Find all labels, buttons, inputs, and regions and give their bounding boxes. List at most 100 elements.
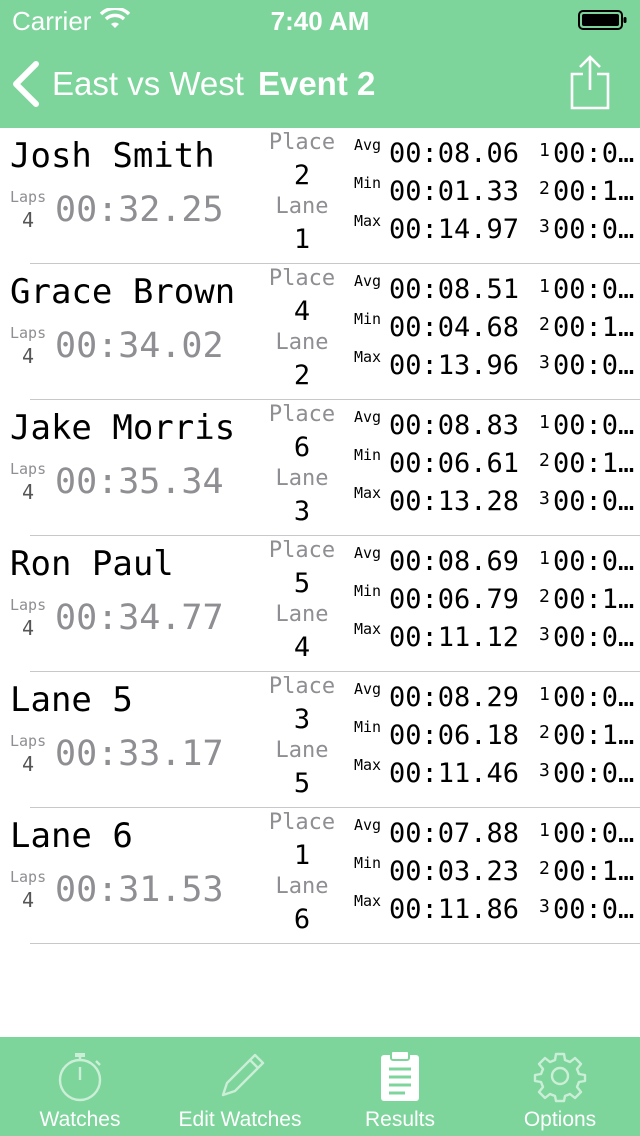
max-label: Max [354,484,382,502]
total-time: 00:35.34 [55,462,224,502]
tab-edit-watches[interactable]: Edit Watches [160,1037,320,1136]
min-time: 00:06.18 [389,720,520,751]
place-label: Place [268,266,336,291]
result-row[interactable]: Grace Brown Laps 4 00:34.02 Place 4 Lane… [0,264,640,400]
place-value: 6 [293,432,311,463]
swimmer-name: Jake Morris [10,408,236,448]
lap3-time: 00:0… [553,758,635,789]
laps-count: 4 [22,480,35,504]
lap2-number: 2 [539,722,550,743]
lane-label: Lane [275,602,329,627]
swimmer-name: Josh Smith [10,136,215,176]
tab-results-label: Results [364,1108,436,1131]
avg-time: 00:08.29 [389,682,520,713]
lap1-time: 00:0… [553,546,635,577]
max-label: Max [354,348,382,366]
lap1-number: 1 [539,820,550,841]
laps-count: 4 [22,208,35,232]
max-label: Max [354,892,382,910]
lap3-number: 3 [539,488,550,509]
lap3-time: 00:0… [553,486,635,517]
chevron-left-icon [13,61,39,107]
place-label: Place [268,810,336,835]
stopwatch-icon [58,1053,102,1102]
laps-label: Laps [10,732,47,750]
status-time: 7:40 AM [270,6,370,36]
lane-label: Lane [275,194,329,219]
clipboard-icon [381,1050,419,1101]
min-time: 00:06.79 [389,584,520,615]
place-value: 2 [293,160,311,191]
back-button[interactable]: East vs West Event 2 [10,60,375,108]
result-row[interactable]: Lane 5 Laps 4 00:33.17 Place 3 Lane 5 Av… [0,672,640,808]
lap1-time: 00:0… [553,818,635,849]
min-label: Min [354,854,382,872]
pencil-icon [221,1053,265,1097]
lap1-time: 00:0… [553,410,635,441]
result-row[interactable]: Jake Morris Laps 4 00:35.34 Place 6 Lane… [0,400,640,536]
tab-watches[interactable]: Watches [0,1037,160,1136]
nav-title: East vs West [52,65,244,102]
lap2-time: 00:1… [553,312,635,343]
result-row[interactable]: Lane 6 Laps 4 00:31.53 Place 1 Lane 6 Av… [0,808,640,944]
lane-value: 1 [293,224,311,255]
swimmer-name: Ron Paul [10,544,174,584]
nav-event: Event 2 [257,65,376,102]
laps-count: 4 [22,344,35,368]
lap2-number: 2 [539,586,550,607]
max-time: 00:11.12 [389,622,520,653]
max-label: Max [354,756,382,774]
lap3-time: 00:0… [553,622,635,653]
lap1-time: 00:0… [553,682,635,713]
tab-options[interactable]: Options [480,1037,640,1136]
lap3-time: 00:0… [553,214,635,245]
min-time: 00:06.61 [389,448,520,479]
lap2-time: 00:1… [553,584,635,615]
avg-label: Avg [354,136,382,154]
lane-value: 3 [293,496,311,527]
lap1-time: 00:0… [553,138,635,169]
min-label: Min [354,174,382,192]
avg-time: 00:08.69 [389,546,520,577]
tab-edit-watches-label: Edit Watches [178,1108,302,1131]
max-time: 00:11.46 [389,758,520,789]
result-row[interactable]: Josh Smith Laps 4 00:32.25 Place 2 Lane … [0,128,640,264]
lap1-number: 1 [539,276,550,297]
place-label: Place [268,674,336,699]
header: Carrier 7:40 AM East vs West Event 2 [0,0,640,128]
lap2-time: 00:1… [553,856,635,887]
swimmer-name: Lane 5 [10,680,133,720]
share-icon[interactable] [568,54,612,110]
lap1-time: 00:0… [553,274,635,305]
status-bar: Carrier 7:40 AM [0,0,640,40]
lap2-number: 2 [539,314,550,335]
total-time: 00:31.53 [55,870,224,910]
place-value: 3 [293,704,311,735]
min-label: Min [354,718,382,736]
tab-bar: Watches Edit Watches Results Options [0,1037,640,1136]
laps-label: Laps [10,324,47,342]
max-time: 00:13.96 [389,350,520,381]
lap1-number: 1 [539,140,550,161]
total-time: 00:33.17 [55,734,224,774]
lap3-number: 3 [539,216,550,237]
results-list: Josh Smith Laps 4 00:32.25 Place 2 Lane … [0,128,640,944]
min-label: Min [354,310,382,328]
laps-count: 4 [22,616,35,640]
total-time: 00:34.02 [55,326,224,366]
avg-label: Avg [354,680,382,698]
lap3-number: 3 [539,624,550,645]
avg-label: Avg [354,544,382,562]
tab-options-label: Options [523,1108,597,1131]
max-time: 00:14.97 [389,214,520,245]
laps-count: 4 [22,888,35,912]
lane-value: 4 [293,632,311,663]
result-row[interactable]: Ron Paul Laps 4 00:34.77 Place 5 Lane 4 … [0,536,640,672]
lane-value: 6 [293,904,311,935]
lane-label: Lane [275,466,329,491]
lap1-number: 1 [539,548,550,569]
tab-results[interactable]: Results [320,1037,480,1136]
swimmer-name: Grace Brown [10,272,236,312]
lap3-number: 3 [539,352,550,373]
lap3-number: 3 [539,760,550,781]
